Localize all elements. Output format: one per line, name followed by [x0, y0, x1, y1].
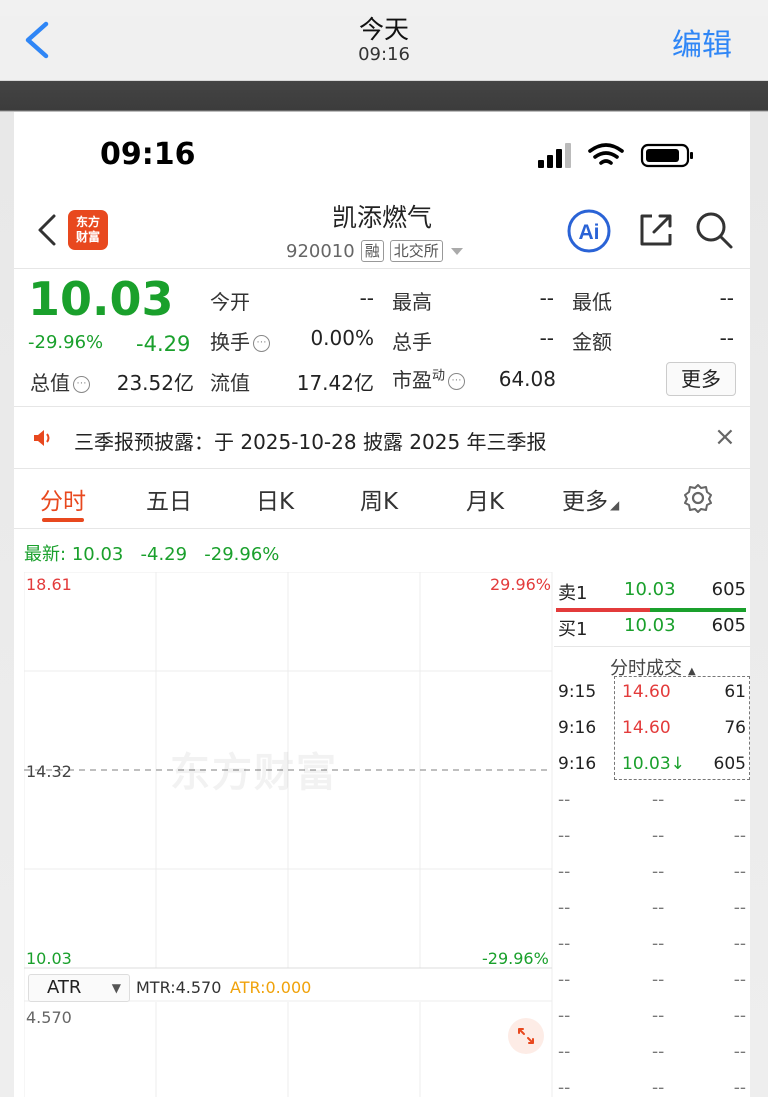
margin-tag: 融: [360, 240, 384, 262]
header-divider: [14, 268, 750, 269]
wifi-icon: [588, 143, 624, 165]
more-button[interactable]: 更多: [666, 362, 736, 396]
tab-daily-k[interactable]: 日K: [256, 482, 294, 516]
tick-row-empty: -- -- --: [558, 790, 746, 810]
mktcap-label: 总值 ⋯: [30, 367, 90, 396]
mktcap-value: 23.52亿: [116, 371, 194, 395]
viewer-time: 09:16: [358, 44, 410, 65]
settings-gear-icon[interactable]: [682, 482, 714, 514]
notice-text: 三季报预披露：于 2025-10-28 披露 2025 年三季报: [74, 430, 547, 454]
svg-text:Ai: Ai: [579, 221, 600, 244]
tick-row-empty: -- -- --: [558, 898, 746, 918]
close-icon[interactable]: ×: [714, 422, 736, 452]
edit-button[interactable]: 编辑: [672, 20, 732, 64]
stock-code: 920010: [286, 240, 355, 262]
expand-icon: [518, 1028, 534, 1044]
tab-weekly-k[interactable]: 周K: [360, 482, 398, 516]
status-time: 09:16: [100, 137, 196, 172]
pe-label: 市盈动 ⋯: [392, 364, 466, 393]
indicator-select[interactable]: ATR ▼: [28, 974, 130, 1002]
high-label: 最高: [392, 290, 432, 314]
expand-button[interactable]: [508, 1018, 544, 1054]
y-bottom-pct: -29.96%: [482, 949, 549, 968]
float-value: 17.42亿: [296, 371, 374, 395]
tick-row-empty: -- -- --: [558, 826, 746, 846]
change-amount: -4.29: [136, 332, 191, 356]
tab-intraday[interactable]: 分时: [40, 482, 86, 516]
pe-value: 64.08: [498, 367, 556, 391]
tick-row: 9:15 14.60 61: [558, 682, 746, 702]
tick-row-empty: -- -- --: [558, 862, 746, 882]
low-label: 最低: [572, 290, 612, 314]
tick-row: 9:16 14.60 76: [558, 718, 746, 738]
tab-five-day[interactable]: 五日: [146, 482, 192, 516]
viewer-title: 今天: [358, 15, 409, 44]
low-value: --: [719, 286, 734, 310]
tick-row-empty: -- -- --: [558, 970, 746, 990]
float-label: 流值: [210, 371, 250, 395]
y-bottom-price: 10.03: [26, 949, 72, 968]
tab-more[interactable]: 更多 ◢: [562, 482, 619, 516]
speaker-icon: [34, 430, 50, 446]
y-mid-price: 14.32: [26, 762, 72, 781]
chevron-down-icon: ▼: [111, 981, 121, 995]
tick-row: 9:16 10.03↓ 605: [558, 754, 746, 774]
battery-icon: [640, 143, 693, 168]
y-top-price: 18.61: [26, 575, 72, 594]
share-icon[interactable]: [636, 210, 676, 250]
viewer-toolbar: 今天 09:16 编辑: [0, 0, 768, 81]
tick-row-empty: -- -- --: [558, 1042, 746, 1062]
tick-row-empty: -- -- --: [558, 1078, 746, 1097]
tab-monthly-k[interactable]: 月K: [466, 482, 504, 516]
sell1-row: 卖1 10.03 605: [558, 579, 746, 604]
amount-label: 金额: [572, 330, 612, 354]
tab-underline: [42, 518, 84, 522]
open-label: 今开: [210, 290, 250, 314]
exchange-tag: 北交所: [389, 240, 443, 262]
mtr-text: MTR:4.570: [136, 978, 222, 997]
signal-icon: [538, 143, 571, 168]
notice-divider: [14, 468, 750, 469]
info-icon: ⋯: [448, 373, 466, 390]
search-icon[interactable]: [694, 210, 734, 250]
latest-line: 最新: 10.03 -4.29 -29.96%: [24, 544, 280, 565]
buy1-row: 买1 10.03 605: [558, 615, 746, 640]
watermark: 东方财富: [170, 750, 338, 796]
volume-label: 总手: [392, 330, 432, 354]
info-icon: ⋯: [253, 335, 270, 352]
y-top-pct: 29.96%: [490, 575, 552, 594]
turnover-label: 换手 ⋯: [210, 326, 270, 355]
high-value: --: [539, 286, 554, 310]
ob-divider: [554, 646, 750, 647]
chevron-down-icon: [450, 247, 463, 255]
current-price: 10.03: [28, 272, 174, 326]
notice-bar[interactable]: 三季报预披露：于 2025-10-28 披露 2025 年三季报 ×: [14, 408, 750, 468]
tabs-divider: [14, 528, 750, 529]
quote-divider: [14, 406, 750, 407]
amount-value: --: [719, 326, 734, 350]
ai-icon[interactable]: Ai: [566, 208, 612, 254]
tick-row-empty: -- -- --: [558, 1006, 746, 1026]
stock-code-row[interactable]: 920010 融 北交所: [286, 240, 463, 262]
turnover-value: 0.00%: [310, 326, 374, 350]
info-icon: ⋯: [73, 376, 90, 393]
open-value: --: [359, 286, 374, 310]
chart-grid: [24, 572, 553, 1097]
intraday-chart[interactable]: 东方财富 18.61 29.96% 14.32 10.03 -29.96% AT…: [24, 572, 554, 1097]
chart-tabs: 分时 五日 日K 周K 月K 更多 ◢: [14, 472, 750, 528]
tick-row-empty: -- -- --: [558, 934, 746, 954]
app-screenshot: 09:16 东方 财富 凯添燃气 920010 融 北交所 Ai 10.03 -…: [14, 112, 750, 1097]
volume-value: --: [539, 326, 554, 350]
change-percent: -29.96%: [28, 332, 104, 353]
status-icons: [538, 143, 693, 168]
orderbook-panel: 卖1 10.03 605 买1 10.03 605 分时成交 ▲ 9:15 14.6…: [554, 572, 750, 1097]
sub-y-top: 4.570: [26, 1008, 72, 1027]
atr-text: ATR:0.000: [230, 978, 312, 997]
